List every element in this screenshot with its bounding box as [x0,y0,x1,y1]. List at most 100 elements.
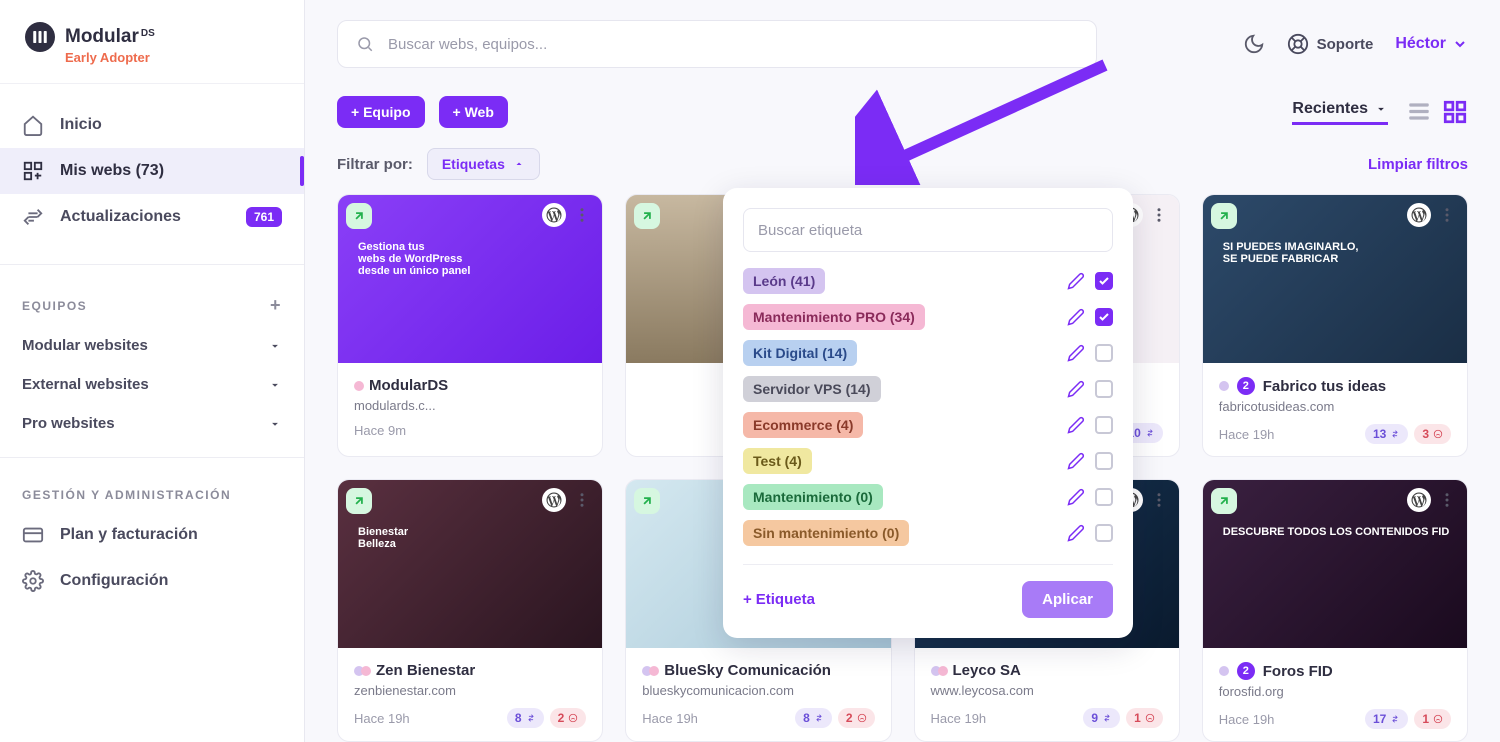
edit-tag-icon[interactable] [1067,452,1085,470]
caret-down-icon [1374,102,1388,116]
nav-updates[interactable]: Actualizaciones 761 [0,194,304,240]
card-url: forosfid.org [1219,684,1451,699]
caret-down-icon [268,417,282,431]
card-menu-icon[interactable] [1147,203,1171,227]
tag-row: Ecommerce (4) [743,412,1113,438]
caret-down-icon [268,339,282,353]
nav-my-webs[interactable]: Mis webs (73) [0,148,304,194]
tag-dot [1219,666,1229,676]
open-site-icon[interactable] [634,488,660,514]
tag-chip[interactable]: Sin mantenimiento (0) [743,520,909,546]
primary-nav: Inicio Mis webs (73) Actualizaciones 761 [0,84,304,250]
card-title: ModularDS [369,377,448,394]
nav-billing[interactable]: Plan y facturación [0,512,304,558]
support-link[interactable]: Soporte [1287,33,1374,55]
team-row[interactable]: Modular websites [0,326,304,365]
open-site-icon[interactable] [1211,203,1237,229]
open-site-icon[interactable] [346,488,372,514]
open-site-icon[interactable] [634,203,660,229]
tag-chip[interactable]: Ecommerce (4) [743,412,863,438]
add-team-icon[interactable]: + [270,295,282,316]
logo-icon [25,22,55,52]
tag-checkbox[interactable] [1095,488,1113,506]
teams-section-label: EQUIPOS + [0,279,304,326]
team-label: Modular websites [22,337,148,354]
tag-chip[interactable]: Test (4) [743,448,812,474]
updates-stat: 9 [1083,708,1120,728]
tag-checkbox[interactable] [1095,308,1113,326]
card-thumbnail: Gestiona tuswebs de WordPressdesde un ún… [338,195,602,363]
add-team-button[interactable]: + Equipo [337,96,425,128]
card-menu-icon[interactable] [570,488,594,512]
open-site-icon[interactable] [346,203,372,229]
nav-config[interactable]: Configuración [0,558,304,604]
card-menu-icon[interactable] [1435,488,1459,512]
view-grid-button[interactable] [1442,99,1468,125]
card-menu-icon[interactable] [570,203,594,227]
toolbar: + Equipo + Web Recientes [305,68,1500,140]
tag-chip[interactable]: León (41) [743,268,825,294]
card-body: Leyco SA www.leycosa.com Hace 19h 9 1 [915,648,1179,740]
tag-checkbox[interactable] [1095,344,1113,362]
tag-search-input[interactable]: Buscar etiqueta [743,208,1113,252]
team-row[interactable]: External websites [0,365,304,404]
nav-home[interactable]: Inicio [0,102,304,148]
tag-checkbox[interactable] [1095,524,1113,542]
tag-checkbox[interactable] [1095,416,1113,434]
logo-text: ModularDS [65,26,155,48]
wordpress-icon [542,488,566,512]
tag-chip[interactable]: Mantenimiento PRO (34) [743,304,925,330]
nav-billing-label: Plan y facturación [60,526,198,544]
tag-dot [649,666,659,676]
team-row[interactable]: Pro websites [0,404,304,443]
site-card[interactable]: SI PUEDES IMAGINARLO,SE PUEDE FABRICAR 2… [1202,194,1468,457]
card-menu-icon[interactable] [1147,488,1171,512]
add-web-button[interactable]: + Web [439,96,508,128]
caret-up-icon [513,158,525,170]
edit-tag-icon[interactable] [1067,524,1085,542]
error-stat: 1 [1126,708,1163,728]
apply-button[interactable]: Aplicar [1022,581,1113,618]
card-url: zenbienestar.com [354,683,586,698]
edit-tag-icon[interactable] [1067,308,1085,326]
tag-row: Mantenimiento (0) [743,484,1113,510]
search-icon [356,35,374,53]
card-menu-icon[interactable] [1435,203,1459,227]
edit-tag-icon[interactable] [1067,488,1085,506]
error-stat: 2 [550,708,587,728]
tag-checkbox[interactable] [1095,452,1113,470]
tag-count-badge: 2 [1237,377,1255,395]
card-time: Hace 19h [354,711,410,726]
card-time: Hace 19h [1219,712,1275,727]
card-title: Fabrico tus ideas [1263,378,1386,395]
tag-checkbox[interactable] [1095,272,1113,290]
tag-chip[interactable]: Servidor VPS (14) [743,376,881,402]
clear-filters-link[interactable]: Limpiar filtros [1368,156,1468,173]
edit-tag-icon[interactable] [1067,272,1085,290]
sort-dropdown[interactable]: Recientes [1292,100,1388,125]
nav-home-label: Inicio [60,116,102,134]
tag-chip[interactable]: Mantenimiento (0) [743,484,883,510]
edit-tag-icon[interactable] [1067,380,1085,398]
error-stat: 3 [1414,424,1451,444]
add-tag-button[interactable]: +Etiqueta [743,591,815,608]
tag-chip[interactable]: Kit Digital (14) [743,340,857,366]
chevron-down-icon [1452,36,1468,52]
site-card[interactable]: Gestiona tuswebs de WordPressdesde un ún… [337,194,603,457]
tag-row: León (41) [743,268,1113,294]
team-label: External websites [22,376,149,393]
site-card[interactable]: BienestarBelleza Zen Bienestar zenbienes… [337,479,603,742]
card-body: BlueSky Comunicación blueskycomunicacion… [626,648,890,740]
tag-dot [1219,381,1229,391]
card-time: Hace 19h [1219,427,1275,442]
user-menu[interactable]: Héctor [1395,35,1468,53]
tag-checkbox[interactable] [1095,380,1113,398]
edit-tag-icon[interactable] [1067,416,1085,434]
edit-tag-icon[interactable] [1067,344,1085,362]
filter-tags-button[interactable]: Etiquetas [427,148,540,180]
open-site-icon[interactable] [1211,488,1237,514]
view-list-button[interactable] [1406,99,1432,125]
theme-toggle[interactable] [1243,33,1265,55]
global-search[interactable]: Buscar webs, equipos... [337,20,1097,68]
site-card[interactable]: DESCUBRE TODOS LOS CONTENIDOS FID 2 Foro… [1202,479,1468,742]
